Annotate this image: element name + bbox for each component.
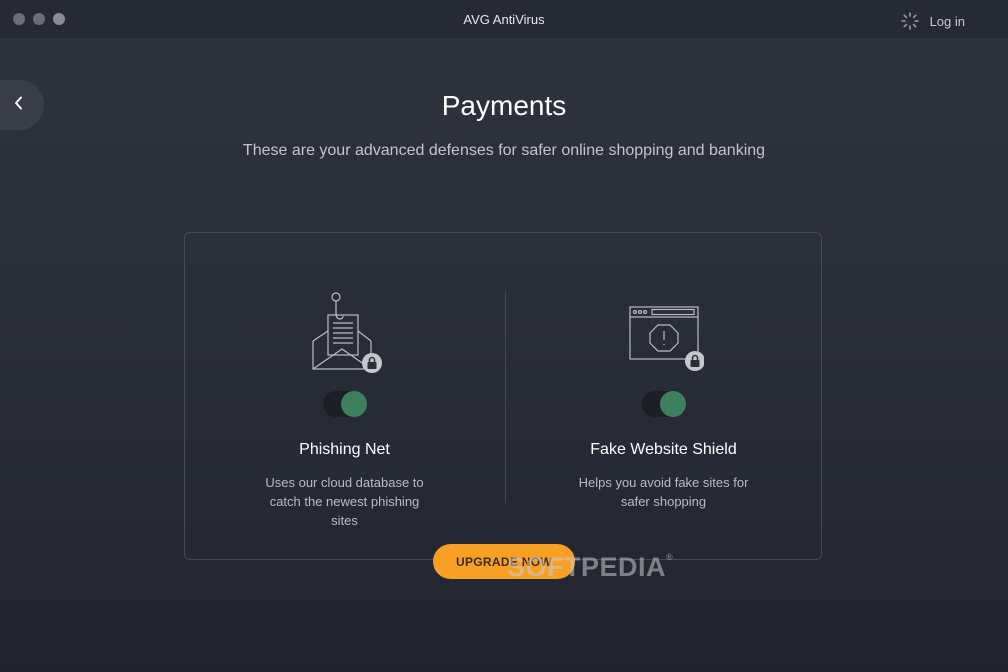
phishing-net-toggle[interactable] [322,391,367,417]
page-title: Payments [441,90,567,121]
phishing-envelope-icon [305,291,385,382]
toggle-knob [659,391,686,417]
fake-website-icon [624,291,705,382]
login-button[interactable]: Log in [900,11,965,31]
lock-badge [684,351,705,371]
upgrade-now-button[interactable]: UPGRADE NOW [433,544,575,579]
window-title: AVG AntiVirus [463,12,545,27]
feature-title: Fake Website Shield [590,441,737,458]
feature-fake-website-shield: Fake Website Shield Helps you avoid fake… [504,233,823,561]
toggle-knob [340,391,367,417]
fake-website-shield-toggle[interactable] [641,391,686,417]
login-label: Log in [929,13,965,29]
feature-title: Phishing Net [299,441,390,458]
page-subtitle: These are your advanced defenses for saf… [242,142,766,159]
features-card: Phishing Net Uses our cloud database to … [184,232,822,560]
feature-description: Helps you avoid fake sites for safer sho… [578,475,749,509]
lock-badge [361,353,382,373]
user-loading-icon [900,11,920,31]
title-bar: AVG AntiVirus Log in [0,0,1008,38]
feature-description: Uses our cloud database to catch the new… [265,475,424,528]
feature-phishing-net: Phishing Net Uses our cloud database to … [185,233,504,561]
